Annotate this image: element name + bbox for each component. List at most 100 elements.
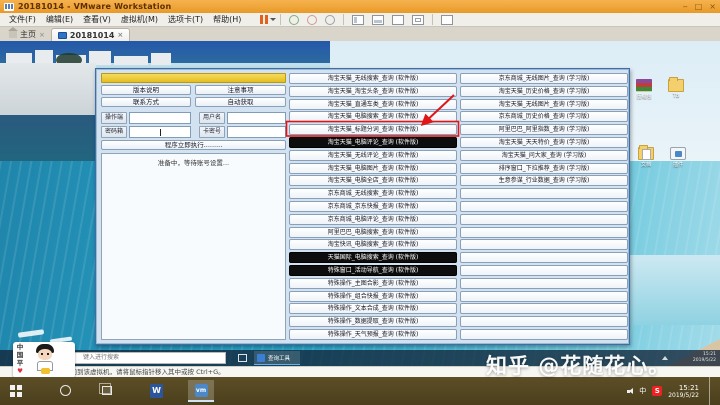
software-query-button-13[interactable]: 阿里巴巴_电脑搜索_查询 (软件版) bbox=[289, 227, 457, 238]
software-query-button-17[interactable]: 特殊操作_主图合影_查询 (软件版) bbox=[289, 278, 457, 289]
close-button[interactable]: × bbox=[709, 2, 716, 11]
task-view-icon[interactable] bbox=[102, 386, 112, 395]
software-query-button-8[interactable]: 淘宝天猫_电脑图片_查询 (软件版) bbox=[289, 163, 457, 174]
study-query-button-7[interactable]: 淘宝天猫_问大家_查询 (学习版) bbox=[460, 150, 628, 161]
study-query-button-13[interactable] bbox=[460, 227, 628, 238]
tab-close-icon[interactable]: × bbox=[39, 31, 45, 39]
study-query-button-18[interactable] bbox=[460, 291, 628, 302]
attention-button[interactable]: 注意事项 bbox=[195, 85, 286, 95]
vmware-titlebar: 20181014 - VMware Workstation ‒ □ × bbox=[0, 0, 720, 13]
software-query-button-1[interactable]: 淘宝天猫_无线搜索_查询 (软件版) bbox=[289, 73, 457, 84]
software-query-button-4[interactable]: 淘宝天猫_电脑搜索_查询 (软件版) bbox=[289, 111, 457, 122]
software-query-button-7[interactable]: 淘宝天猫_无线评论_查询 (软件版) bbox=[289, 150, 457, 161]
study-query-button-14[interactable] bbox=[460, 239, 628, 250]
study-query-button-16[interactable] bbox=[460, 265, 628, 276]
tab-home[interactable]: 主页 × bbox=[3, 28, 51, 41]
software-version-column: 淘宝天猫_无线搜索_查询 (软件版) 淘宝天猫_淘宝头条_查询 (软件版) 淘宝天猫… bbox=[289, 73, 457, 342]
snapshot-take-icon[interactable] bbox=[289, 15, 299, 25]
software-query-button-20[interactable]: 特殊操作_数据提取_查询 (软件版) bbox=[289, 316, 457, 327]
software-query-button-6[interactable]: 淘宝天猫_电脑评论_查询 (软件版) bbox=[289, 137, 457, 148]
status-log-list[interactable]: 准备中，等待账号设置... bbox=[101, 153, 286, 340]
tab-close-icon[interactable]: × bbox=[117, 31, 123, 39]
study-query-button-9[interactable]: 生意参谋_行业数据_查询 (学习版) bbox=[460, 175, 628, 186]
software-query-button-18[interactable]: 特殊操作_组合快报_查询 (软件版) bbox=[289, 291, 457, 302]
app-icon bbox=[670, 147, 686, 160]
desktop-icon-3[interactable]: 文档 bbox=[630, 147, 662, 168]
show-library-icon[interactable] bbox=[352, 15, 364, 25]
contact-button[interactable]: 联系方式 bbox=[101, 97, 191, 107]
minimize-button[interactable]: ‒ bbox=[683, 2, 688, 11]
vm-taskview-icon[interactable] bbox=[238, 354, 247, 362]
study-query-button-21[interactable] bbox=[460, 329, 628, 340]
suspend-pause-icon[interactable] bbox=[260, 15, 272, 25]
snapshot-revert-icon[interactable] bbox=[307, 15, 317, 25]
username-input[interactable] bbox=[227, 112, 286, 124]
vm-search-box[interactable]: 键入进行搜索 bbox=[66, 352, 226, 364]
toolbar-divider bbox=[432, 14, 433, 25]
study-query-button-2[interactable]: 淘宝天猫_历史价格_查询 (学习版) bbox=[460, 86, 628, 97]
text-caret bbox=[160, 129, 161, 136]
auto-fetch-button[interactable]: 自动获取 bbox=[195, 97, 286, 107]
software-query-button-14[interactable]: 淘宝快讯_电脑搜索_查询 (软件版) bbox=[289, 239, 457, 250]
study-query-button-6[interactable]: 淘宝天猫_天天特价_查询 (学习版) bbox=[460, 137, 628, 148]
software-query-button-19[interactable]: 特殊操作_文本合成_查询 (软件版) bbox=[289, 303, 457, 314]
tab-vm-20181014[interactable]: 20181014 × bbox=[51, 28, 130, 41]
start-button[interactable] bbox=[10, 385, 22, 397]
unity-mode-icon[interactable] bbox=[441, 15, 453, 25]
study-query-button-17[interactable] bbox=[460, 278, 628, 289]
software-query-button-16[interactable]: 特殊窗口_活动导航_查询 (软件版) bbox=[289, 265, 457, 276]
run-now-button[interactable]: 程序立即执行......... bbox=[101, 140, 286, 150]
software-query-button-11[interactable]: 京东商城_京东快报_查询 (软件版) bbox=[289, 201, 457, 212]
study-query-button-12[interactable] bbox=[460, 214, 628, 225]
sogou-icon[interactable]: S bbox=[652, 386, 662, 396]
study-query-button-10[interactable] bbox=[460, 188, 628, 199]
cardkey-input[interactable] bbox=[227, 126, 286, 138]
study-query-button-19[interactable] bbox=[460, 303, 628, 314]
study-query-button-3[interactable]: 淘宝天猫_无线图片_查询 (学习版) bbox=[460, 99, 628, 110]
desktop-icon-1[interactable]: 压缩包 bbox=[628, 79, 660, 100]
password-input[interactable] bbox=[129, 126, 191, 138]
fullscreen-icon[interactable] bbox=[412, 15, 424, 25]
desktop-icon-2[interactable]: TB bbox=[660, 79, 692, 99]
study-query-button-1[interactable]: 京东商城_无线图片_查询 (学习版) bbox=[460, 73, 628, 84]
menu-3[interactable]: 虚拟机(M) bbox=[116, 14, 163, 26]
software-query-button-3[interactable]: 淘宝天猫_直通车类_查询 (软件版) bbox=[289, 99, 457, 110]
desktop-icon-4[interactable]: 插件 bbox=[662, 147, 694, 168]
show-desktop-button[interactable] bbox=[709, 377, 712, 405]
snapshot-manage-icon[interactable] bbox=[325, 15, 335, 25]
menu-1[interactable]: 编辑(E) bbox=[41, 14, 78, 26]
menu-4[interactable]: 选项卡(T) bbox=[163, 14, 208, 26]
software-query-button-10[interactable]: 京东商城_无线搜索_查询 (软件版) bbox=[289, 188, 457, 199]
software-query-button-12[interactable]: 京东商城_电脑评论_查询 (软件版) bbox=[289, 214, 457, 225]
menu-0[interactable]: 文件(F) bbox=[4, 14, 41, 26]
menu-5[interactable]: 帮助(H) bbox=[208, 14, 246, 26]
volume-icon[interactable] bbox=[627, 388, 633, 395]
study-query-button-20[interactable] bbox=[460, 316, 628, 327]
status-banner bbox=[101, 73, 286, 83]
cortana-search-icon[interactable] bbox=[60, 385, 71, 396]
software-query-button-2[interactable]: 淘宝天猫_淘宝头条_查询 (软件版) bbox=[289, 86, 457, 97]
menu-2[interactable]: 查看(V) bbox=[78, 14, 116, 26]
ime-indicator[interactable]: 中 bbox=[639, 386, 646, 396]
vmware-app-button[interactable]: vm bbox=[188, 380, 214, 402]
software-query-button-9[interactable]: 淘宝天猫_电脑全店_查询 (软件版) bbox=[289, 175, 457, 186]
home-icon bbox=[9, 31, 17, 38]
terminal-input[interactable] bbox=[129, 112, 191, 124]
vmware-app-icon: vm bbox=[195, 384, 208, 397]
host-taskbar: W vm 中 S 15:21 2019/5/22 bbox=[0, 377, 720, 405]
software-query-button-21[interactable]: 特殊操作_天气预报_查询 (软件版) bbox=[289, 329, 457, 340]
study-query-button-5[interactable]: 阿里巴巴_阿里指数_查询 (学习版) bbox=[460, 124, 628, 135]
software-query-button-15[interactable]: 天猫国际_电脑搜索_查询 (软件版) bbox=[289, 252, 457, 263]
word-app-icon[interactable]: W bbox=[150, 384, 163, 398]
console-view-icon[interactable] bbox=[392, 15, 404, 25]
version-notes-button[interactable]: 版本说明 bbox=[101, 85, 191, 95]
study-query-button-15[interactable] bbox=[460, 252, 628, 263]
study-query-button-8[interactable]: 排序窗口_下拉推荐_查询 (学习版) bbox=[460, 163, 628, 174]
study-query-button-11[interactable] bbox=[460, 201, 628, 212]
software-query-button-5[interactable]: 淘宝天猫_标题分词_查询 (软件版) bbox=[289, 124, 457, 135]
vm-taskbar-app-button[interactable]: 查询工具 bbox=[254, 351, 300, 365]
thumbnail-bar-icon[interactable] bbox=[372, 15, 384, 25]
maximize-button[interactable]: □ bbox=[695, 2, 703, 11]
study-query-button-4[interactable]: 京东商城_历史价格_查询 (学习版) bbox=[460, 111, 628, 122]
host-clock[interactable]: 15:21 2019/5/22 bbox=[668, 384, 699, 399]
